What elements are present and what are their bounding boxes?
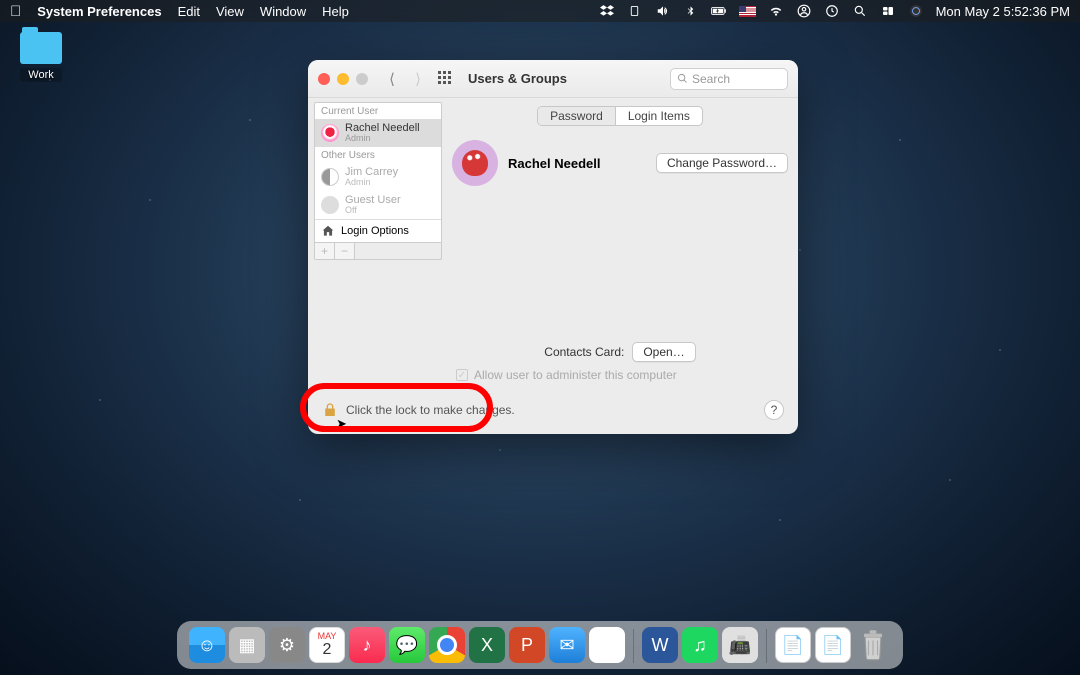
dock-app-scanner[interactable]: 📠 (722, 627, 758, 663)
remove-user-button: − (335, 243, 355, 259)
user-avatar-icon (321, 124, 339, 142)
dock-app-finder[interactable]: ☺ (189, 627, 225, 663)
input-source-flag-icon[interactable] (739, 6, 756, 17)
sidebar-header-other: Other Users (315, 147, 441, 163)
clock-icon[interactable] (824, 3, 840, 19)
desktop-folder-work[interactable]: Work (20, 32, 62, 82)
app-name[interactable]: System Preferences (37, 4, 161, 19)
wifi-icon[interactable] (768, 3, 784, 19)
allow-admin-label: Allow user to administer this computer (474, 368, 677, 382)
dock-app-powerpoint[interactable]: P (509, 627, 545, 663)
menu-window[interactable]: Window (260, 4, 306, 19)
dropbox-icon[interactable] (599, 3, 615, 19)
window-title: Users & Groups (468, 71, 567, 86)
menu-view[interactable]: View (216, 4, 244, 19)
profile-name: Rachel Needell (508, 156, 601, 171)
dock-trash[interactable] (855, 627, 891, 663)
trash-icon (858, 628, 888, 662)
menubar-datetime[interactable]: Mon May 2 5:52:36 PM (936, 4, 1070, 19)
lock-region[interactable]: Click the lock to make changes. ➤ (322, 401, 515, 419)
dock-app-chrome[interactable] (429, 627, 465, 663)
dock-separator (633, 629, 634, 663)
allow-admin-checkbox: ✓ (456, 369, 468, 381)
sidebar-user-guest[interactable]: Guest User Off (315, 191, 441, 219)
battery-icon[interactable] (711, 3, 727, 19)
menu-help[interactable]: Help (322, 4, 349, 19)
help-button[interactable]: ? (764, 400, 784, 420)
forward-button: ⟩ (408, 68, 428, 90)
menu-edit[interactable]: Edit (178, 4, 200, 19)
login-options-button[interactable]: Login Options (315, 219, 441, 242)
window-footer: Click the lock to make changes. ➤ ? (308, 386, 798, 434)
calendar-month: MAY (318, 631, 337, 641)
system-preferences-window: ⟨ ⟩ Users & Groups Search Current User R… (308, 60, 798, 434)
user-icon[interactable] (796, 3, 812, 19)
sidebar-footer: + − (314, 243, 442, 260)
dock-app-settings[interactable]: ⚙ (269, 627, 305, 663)
bluetooth-icon[interactable] (683, 3, 699, 19)
user-avatar-icon (321, 196, 339, 214)
home-icon (321, 224, 335, 238)
folder-label: Work (20, 68, 62, 82)
user-role: Off (345, 206, 401, 216)
users-sidebar: Current User Rachel Needell Admin Other … (314, 102, 442, 243)
menubar:  System Preferences Edit View Window He… (0, 0, 1080, 22)
change-password-button[interactable]: Change Password… (656, 153, 788, 173)
dock-app-excel[interactable]: X (469, 627, 505, 663)
dock-app-calendar[interactable]: MAY 2 (309, 627, 345, 663)
open-contacts-button[interactable]: Open… (632, 342, 695, 362)
content-pane: Password Login Items Rachel Needell Chan… (442, 98, 798, 386)
dock: ☺ ▦ ⚙ MAY 2 ♪ 💬 X P ✉ ✱ W ♫ 📠 📄 📄 (177, 621, 903, 669)
siri-icon[interactable] (908, 3, 924, 19)
dock-document[interactable]: 📄 (815, 627, 851, 663)
spotlight-icon[interactable] (852, 3, 868, 19)
login-options-label: Login Options (341, 225, 409, 237)
user-role: Admin (345, 178, 398, 188)
search-placeholder: Search (692, 72, 730, 86)
tab-bar: Password Login Items (537, 106, 703, 126)
show-all-button[interactable] (438, 71, 454, 87)
apple-menu-icon[interactable]:  (10, 3, 21, 20)
add-user-button: + (315, 243, 335, 259)
dock-app-launchpad[interactable]: ▦ (229, 627, 265, 663)
allow-admin-row: ✓ Allow user to administer this computer (452, 368, 788, 382)
user-avatar-icon (321, 168, 339, 186)
tab-login-items[interactable]: Login Items (615, 107, 702, 125)
close-button[interactable] (318, 73, 330, 85)
sidebar-user-current[interactable]: Rachel Needell Admin (315, 119, 441, 147)
cursor-icon: ➤ (336, 416, 347, 432)
dock-app-slack[interactable]: ✱ (589, 627, 625, 663)
mobile-device-icon[interactable] (627, 3, 643, 19)
dock-document[interactable]: 📄 (775, 627, 811, 663)
profile-avatar[interactable] (452, 140, 498, 186)
dock-separator (766, 629, 767, 663)
dock-app-spotify[interactable]: ♫ (682, 627, 718, 663)
back-button[interactable]: ⟨ (382, 68, 402, 90)
user-role: Admin (345, 134, 420, 144)
traffic-lights (318, 73, 368, 85)
dock-app-word[interactable]: W (642, 627, 678, 663)
sidebar-header-current: Current User (315, 103, 441, 119)
volume-icon[interactable] (655, 3, 671, 19)
calendar-day: 2 (323, 641, 332, 659)
dock-app-music[interactable]: ♪ (349, 627, 385, 663)
search-icon (677, 73, 688, 84)
sidebar-user-other[interactable]: Jim Carrey Admin (315, 163, 441, 191)
titlebar: ⟨ ⟩ Users & Groups Search (308, 60, 798, 98)
minimize-button[interactable] (337, 73, 349, 85)
contacts-card-label: Contacts Card: (544, 345, 624, 359)
control-center-icon[interactable] (880, 3, 896, 19)
folder-icon (20, 32, 62, 64)
search-field[interactable]: Search (670, 68, 788, 90)
dock-app-mail[interactable]: ✉ (549, 627, 585, 663)
dock-app-messages[interactable]: 💬 (389, 627, 425, 663)
zoom-button[interactable] (356, 73, 368, 85)
tab-password[interactable]: Password (538, 107, 615, 125)
lock-text: Click the lock to make changes. (346, 403, 515, 417)
